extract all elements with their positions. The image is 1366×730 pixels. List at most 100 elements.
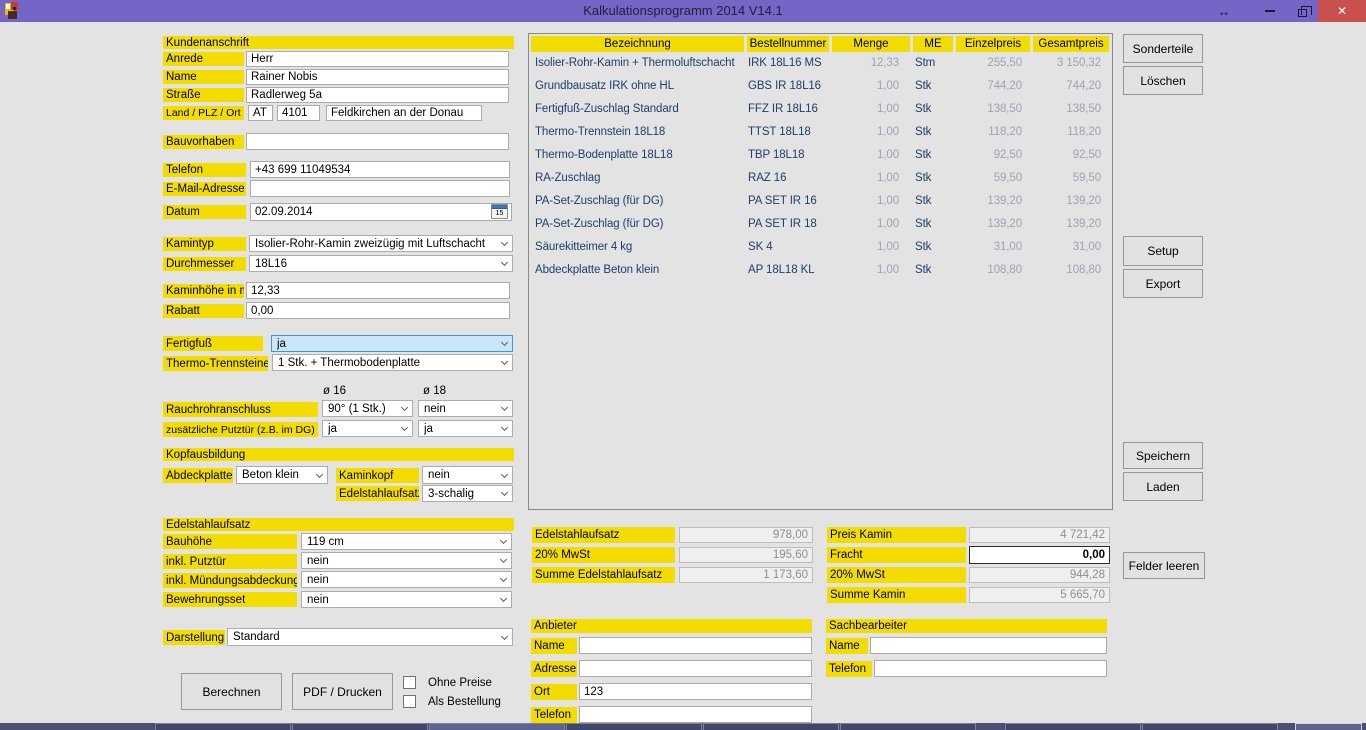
item-einzelpreis[interactable]: 139,20 [956,218,1022,230]
anrede-input[interactable] [246,51,509,67]
item-gesamtpreis[interactable]: 108,80 [1028,264,1101,276]
abdeckplatte-select[interactable]: Beton klein [236,466,328,484]
item-menge[interactable]: 1,00 [832,149,899,161]
bauvorhaben-input[interactable] [246,133,509,150]
taskbar-window-button[interactable] [703,723,839,730]
item-bestellnummer[interactable]: GBS IR 18L16 [748,80,828,92]
item-me[interactable]: Stk [915,195,950,207]
item-gesamtpreis[interactable]: 138,50 [1028,103,1101,115]
col-header-menge[interactable]: Menge [832,36,910,52]
kamintyp-select[interactable]: Isolier-Rohr-Kamin zweizügig mit Luftsch… [249,235,513,252]
strasse-input[interactable] [246,87,509,103]
name-input[interactable] [246,69,509,85]
item-bezeichnung[interactable]: Säurekitteimer 4 kg [535,241,743,253]
sonderteile-button[interactable]: Sonderteile [1123,34,1203,63]
edelstahlaufsatz-select[interactable]: 3-schalig [422,485,513,502]
rauchrohr-d16-select[interactable]: 90° (1 Stk.) [322,400,413,417]
minimize-button[interactable] [1254,0,1286,22]
item-bezeichnung[interactable]: Thermo-Trennstein 18L18 [535,126,743,138]
item-einzelpreis[interactable]: 255,50 [956,57,1022,69]
land-input[interactable] [248,105,273,121]
taskbar[interactable] [0,723,1366,730]
taskbar-window-button[interactable] [1005,723,1141,730]
taskbar-window-button[interactable] [155,723,291,730]
sachbearbeiter-name-input[interactable] [870,637,1107,654]
col-header-einzelpreis[interactable]: Einzelpreis [956,36,1030,52]
plz-input[interactable] [277,105,320,121]
item-menge[interactable]: 1,00 [832,80,899,92]
item-bezeichnung[interactable]: RA-Zuschlag [535,172,743,184]
item-bestellnummer[interactable]: RAZ 16 [748,172,828,184]
item-gesamtpreis[interactable]: 139,20 [1028,218,1101,230]
item-einzelpreis[interactable]: 118,20 [956,126,1022,138]
rabatt-input[interactable] [246,302,510,319]
item-menge[interactable]: 12,33 [832,57,899,69]
item-bezeichnung[interactable]: Grundbausatz IRK ohne HL [535,80,743,92]
item-menge[interactable]: 1,00 [832,172,899,184]
item-gesamtpreis[interactable]: 59,50 [1028,172,1101,184]
col-header-bestellnummer[interactable]: Bestellnummer [747,36,829,52]
taskbar-window-button[interactable] [292,723,428,730]
item-bestellnummer[interactable]: TTST 18L18 [748,126,828,138]
putztuer-d18-select[interactable]: ja [418,420,513,437]
ohne-preise-checkbox[interactable] [403,676,416,689]
bauhoehe-select[interactable]: 119 cm [301,533,512,550]
item-bezeichnung[interactable]: PA-Set-Zuschlag (für DG) [535,218,743,230]
item-menge[interactable]: 1,00 [832,103,899,115]
item-einzelpreis[interactable]: 59,50 [956,172,1022,184]
item-bestellnummer[interactable]: SK 4 [748,241,828,253]
restore-button[interactable] [1286,0,1318,22]
als-bestellung-checkbox[interactable] [403,695,416,708]
rauchrohr-d18-select[interactable]: nein [418,400,513,417]
pdf-drucken-button[interactable]: PDF / Drucken [292,673,393,710]
item-menge[interactable]: 1,00 [832,241,899,253]
item-einzelpreis[interactable]: 31,00 [956,241,1022,253]
item-bezeichnung[interactable]: Fertigfuß-Zuschlag Standard [535,103,743,115]
anbieter-adresse-input[interactable] [579,660,812,677]
datum-input[interactable] [250,203,512,221]
item-menge[interactable]: 1,00 [832,195,899,207]
calendar-icon[interactable]: 15 [491,204,508,219]
item-gesamtpreis[interactable]: 3 150,32 [1028,57,1101,69]
item-bestellnummer[interactable]: IRK 18L16 MS [748,57,828,69]
item-gesamtpreis[interactable]: 92,50 [1028,149,1101,161]
fracht-input[interactable] [969,546,1110,564]
kaminkopf-select[interactable]: nein [422,466,513,484]
putztuer-d16-select[interactable]: ja [322,420,413,437]
item-gesamtpreis[interactable]: 744,20 [1028,80,1101,92]
item-menge[interactable]: 1,00 [832,264,899,276]
taskbar-window-button[interactable] [1142,723,1278,730]
sachbearbeiter-telefon-input[interactable] [874,660,1107,677]
kaminhoehe-input[interactable] [246,282,510,299]
item-einzelpreis[interactable]: 138,50 [956,103,1022,115]
item-gesamtpreis[interactable]: 139,20 [1028,195,1101,207]
item-me[interactable]: Stk [915,103,950,115]
item-me[interactable]: Stm [915,57,950,69]
item-bezeichnung[interactable]: Thermo-Bodenplatte 18L18 [535,149,743,161]
anbieter-ort-input[interactable] [579,683,812,700]
speichern-button[interactable]: Speichern [1123,442,1203,469]
item-einzelpreis[interactable]: 744,20 [956,80,1022,92]
item-me[interactable]: Stk [915,172,950,184]
item-einzelpreis[interactable]: 92,50 [956,149,1022,161]
col-header-gesamtpreis[interactable]: Gesamtpreis [1033,36,1109,52]
item-gesamtpreis[interactable]: 31,00 [1028,241,1101,253]
col-header-bezeichnung[interactable]: Bezeichnung [531,36,744,52]
item-bestellnummer[interactable]: TBP 18L18 [748,149,828,161]
item-menge[interactable]: 1,00 [832,126,899,138]
item-gesamtpreis[interactable]: 118,20 [1028,126,1101,138]
col-header-me[interactable]: ME [913,36,953,52]
felder-leeren-button[interactable]: Felder leeren [1123,552,1205,579]
email-input[interactable] [250,180,510,197]
taskbar-window-button[interactable] [429,723,565,730]
item-me[interactable]: Stk [915,241,950,253]
telefon-input[interactable] [250,161,510,178]
taskbar-window-button[interactable] [566,723,702,730]
item-menge[interactable]: 1,00 [832,218,899,230]
ort-input[interactable] [326,105,482,121]
item-me[interactable]: Stk [915,218,950,230]
anbieter-name-input[interactable] [579,637,812,654]
taskbar-window-button[interactable] [840,723,976,730]
durchmesser-select[interactable]: 18L16 [249,255,513,272]
fertigfuss-select[interactable]: ja [271,335,513,352]
